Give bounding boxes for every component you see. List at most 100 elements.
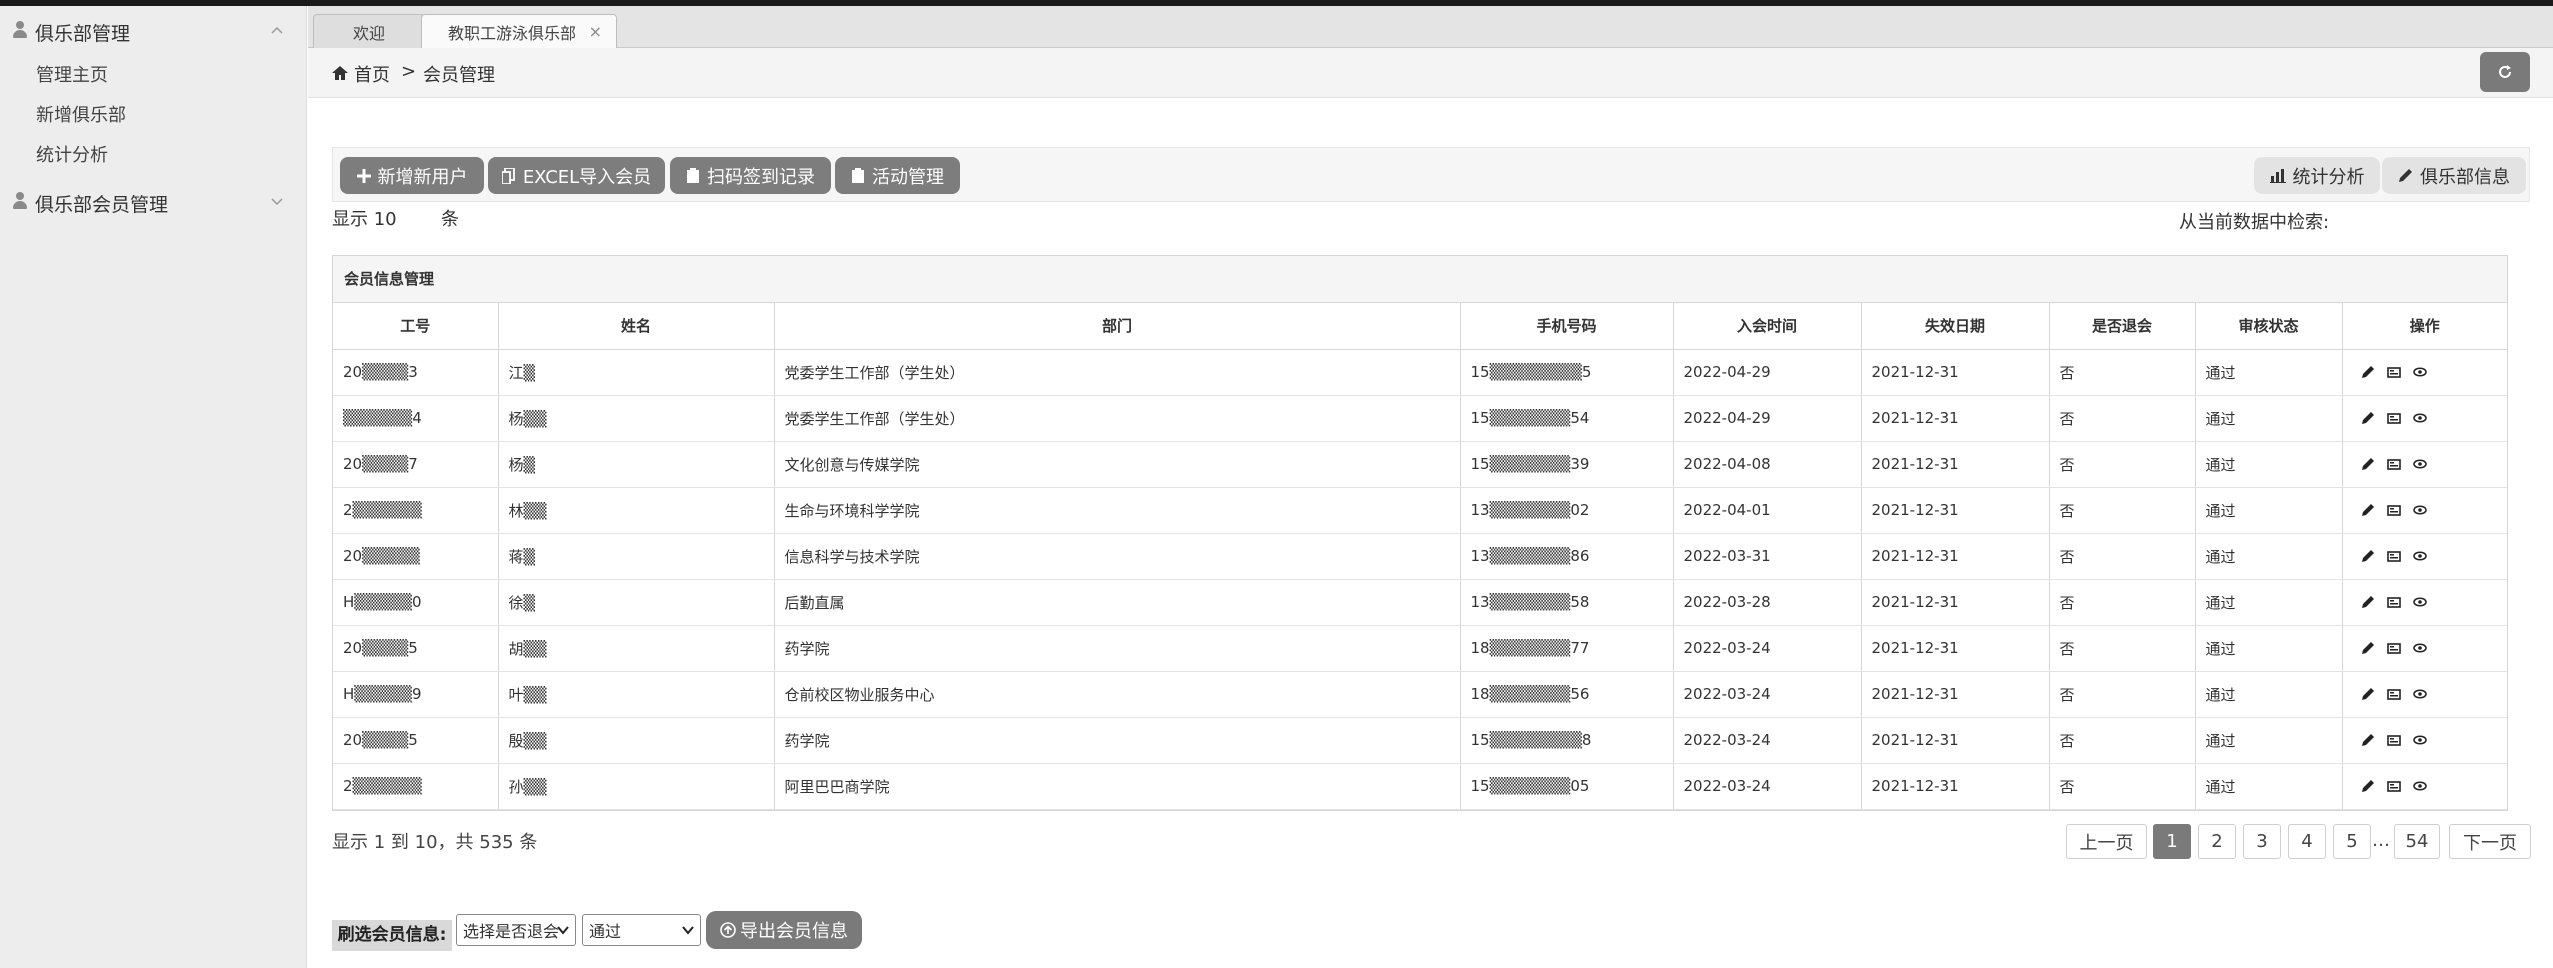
column-header[interactable]: 工号 [333,303,499,350]
row-actions [2353,687,2508,701]
eye-icon[interactable] [2412,779,2427,793]
name-cell: 林▒▒ [498,487,775,534]
id-card-icon[interactable] [2386,687,2401,701]
name-cell: 江▒ [498,349,775,396]
audit-status-cell: 通过 [2195,487,2343,534]
member-table: 工号 姓名 部门 手机号码 入会时间 失效日期 是否退会 审核状态 操作 20▒… [333,303,2507,810]
column-header[interactable]: 失效日期 [1861,303,2050,350]
chevron-down-icon [682,926,694,935]
phone-cell: 13▒▒▒▒▒▒▒86 [1460,533,1674,580]
statistics-button[interactable]: 统计分析 [2254,157,2380,194]
edit-icon[interactable] [2361,549,2375,563]
activity-management-button[interactable]: 活动管理 [835,157,960,194]
audit-status-cell: 通过 [2195,349,2343,396]
sidebar-group-member-management[interactable]: 俱乐部会员管理 [0,181,307,221]
employee-id-cell: H▒▒▒▒▒0 [333,579,499,626]
quit-status-cell: 否 [2049,349,2196,396]
sidebar-item-new-club[interactable]: 新增俱乐部 [36,101,126,127]
scan-record-button[interactable]: 扫码签到记录 [670,157,831,194]
eye-icon[interactable] [2412,457,2427,471]
name-cell: 蒋▒ [498,533,775,580]
row-actions [2353,549,2508,563]
page-last-button[interactable]: 54 [2394,824,2440,859]
column-header: 操作 [2342,303,2507,350]
id-card-icon[interactable] [2386,641,2401,655]
quit-status-cell: 否 [2049,625,2196,672]
column-header[interactable]: 入会时间 [1673,303,1862,350]
department-cell: 文化创意与传媒学院 [774,441,1461,488]
tab-bar: 欢迎 教职工游泳俱乐部 × [308,6,2553,49]
eye-icon[interactable] [2412,641,2427,655]
tab-welcome[interactable]: 欢迎 [313,14,425,48]
id-card-icon[interactable] [2386,549,2401,563]
sidebar: 俱乐部管理 管理主页 新增俱乐部 统计分析 俱乐部会员管理 [0,6,307,968]
edit-icon[interactable] [2361,595,2375,609]
audit-status-select[interactable]: 通过 [582,914,701,946]
column-header[interactable]: 审核状态 [2195,303,2343,350]
id-card-icon[interactable] [2386,779,2401,793]
id-card-icon[interactable] [2386,457,2401,471]
column-header[interactable]: 是否退会 [2049,303,2196,350]
id-card-icon[interactable] [2386,365,2401,379]
eye-icon[interactable] [2412,549,2427,563]
eye-icon[interactable] [2412,411,2427,425]
excel-import-button[interactable]: EXCEL导入会员 [488,157,665,194]
edit-icon[interactable] [2361,411,2375,425]
club-info-button[interactable]: 俱乐部信息 [2382,157,2526,194]
id-card-icon[interactable] [2386,503,2401,517]
next-page-button[interactable]: 下一页 [2449,824,2531,859]
actions-cell [2342,349,2507,396]
quit-status-select[interactable]: 选择是否退会 [456,914,576,946]
audit-status-cell: 通过 [2195,441,2343,488]
export-members-button[interactable]: 导出会员信息 [706,911,862,949]
expire-date-cell: 2021-12-31 [1861,487,2050,534]
column-header[interactable]: 姓名 [498,303,775,350]
eye-icon[interactable] [2412,365,2427,379]
edit-icon[interactable] [2361,457,2375,471]
row-actions [2353,595,2508,609]
eye-icon[interactable] [2412,733,2427,747]
button-label: 俱乐部信息 [2420,166,2510,188]
eye-icon[interactable] [2412,503,2427,517]
edit-icon[interactable] [2361,365,2375,379]
edit-icon[interactable] [2361,641,2375,655]
page-5-button[interactable]: 5 [2333,824,2371,859]
page-1-button[interactable]: 1 [2153,824,2191,859]
tab-swim-club[interactable]: 教职工游泳俱乐部 × [421,14,617,49]
id-card-icon[interactable] [2386,595,2401,609]
tab-label: 欢迎 [352,23,385,43]
pencil-icon [2399,169,2412,182]
sidebar-item-statistics[interactable]: 统计分析 [36,141,108,167]
eye-icon[interactable] [2412,687,2427,701]
refresh-button[interactable] [2480,52,2530,92]
id-card-icon[interactable] [2386,411,2401,425]
row-actions [2353,457,2508,471]
add-user-button[interactable]: 新增新用户 [340,157,484,194]
audit-status-cell: 通过 [2195,395,2343,442]
breadcrumb-home-link[interactable]: 首页 [354,61,390,87]
prev-page-button[interactable]: 上一页 [2066,824,2147,859]
column-header[interactable]: 部门 [774,303,1461,350]
page-3-button[interactable]: 3 [2243,824,2281,859]
close-icon[interactable]: × [589,22,602,41]
row-actions [2353,733,2508,747]
page-2-button[interactable]: 2 [2198,824,2236,859]
id-card-icon[interactable] [2386,733,2401,747]
actions-cell [2342,625,2507,672]
breadcrumb-current: 会员管理 [423,65,495,86]
employee-id-cell: 20▒▒▒▒5 [333,625,499,672]
sidebar-item-home[interactable]: 管理主页 [36,61,108,87]
page-4-button[interactable]: 4 [2288,824,2326,859]
department-cell: 仓前校区物业服务中心 [774,671,1461,718]
join-date-cell: 2022-03-24 [1673,671,1862,718]
sidebar-group-club-management[interactable]: 俱乐部管理 [0,10,307,50]
chevron-down-icon [557,926,569,935]
edit-icon[interactable] [2361,687,2375,701]
edit-icon[interactable] [2361,503,2375,517]
edit-icon[interactable] [2361,779,2375,793]
edit-icon[interactable] [2361,733,2375,747]
column-header[interactable]: 手机号码 [1460,303,1674,350]
tab-label: 教职工游泳俱乐部 [448,24,577,43]
button-label: 新增新用户 [377,166,468,188]
eye-icon[interactable] [2412,595,2427,609]
